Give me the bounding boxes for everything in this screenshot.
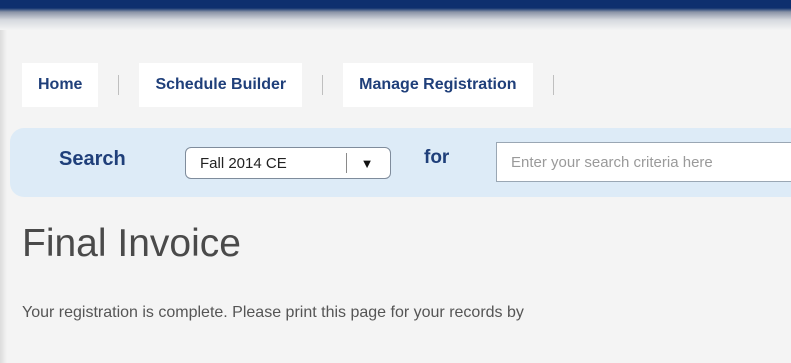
tab-manage-registration[interactable]: Manage Registration xyxy=(343,63,533,107)
header-bar xyxy=(0,0,791,30)
term-selected-value: Fall 2014 CE xyxy=(200,154,287,172)
registration-page: Home Schedule Builder Manage Registratio… xyxy=(0,0,791,363)
main-nav: Home Schedule Builder Manage Registratio… xyxy=(22,63,791,107)
search-label: Search xyxy=(59,148,126,170)
nav-separator xyxy=(322,75,324,95)
nav-separator xyxy=(118,75,120,95)
tab-home[interactable]: Home xyxy=(22,63,99,107)
left-shadow xyxy=(0,30,7,363)
term-dropdown[interactable]: Fall 2014 CE ▼ xyxy=(185,147,391,179)
nav-separator xyxy=(552,75,554,95)
for-label: for xyxy=(424,147,450,168)
search-input[interactable] xyxy=(496,142,791,182)
tab-schedule-builder[interactable]: Schedule Builder xyxy=(139,63,303,107)
confirmation-message: Your registration is complete. Please pr… xyxy=(22,304,524,321)
triangle-down-icon[interactable]: ▼ xyxy=(347,156,387,171)
page-title: Final Invoice xyxy=(22,222,241,265)
search-bar: Search Fall 2014 CE ▼ for xyxy=(10,128,791,197)
